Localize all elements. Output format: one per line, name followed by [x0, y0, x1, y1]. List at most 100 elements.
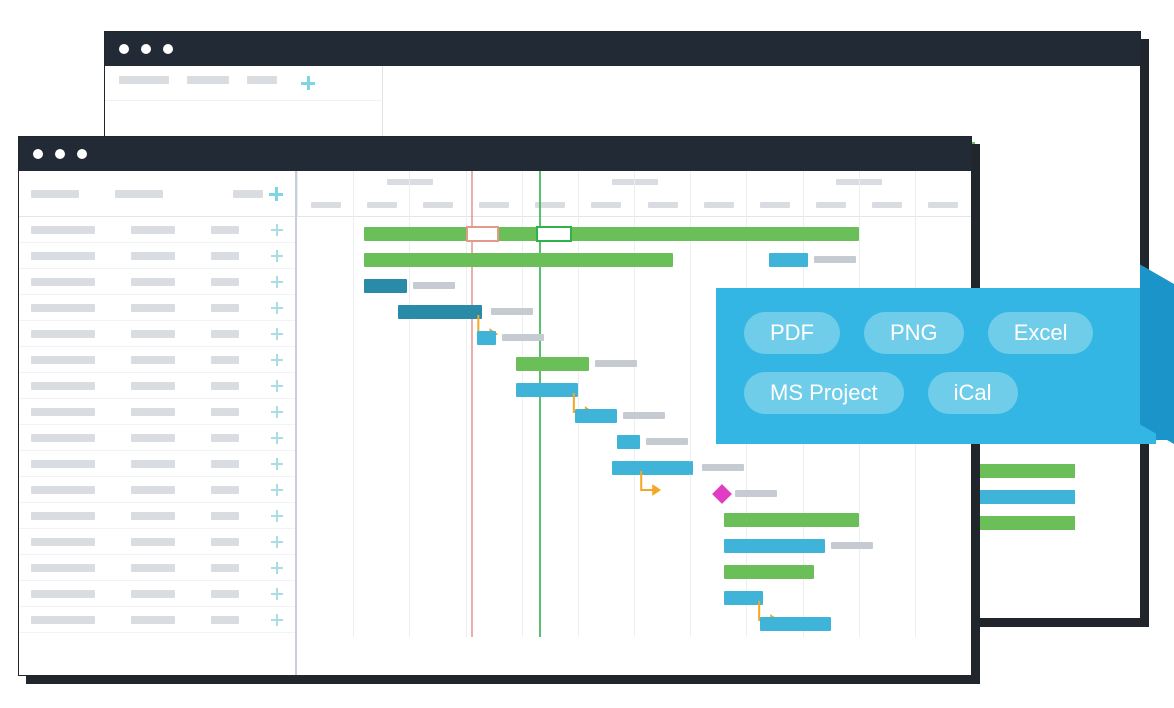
gantt-row	[297, 559, 971, 585]
bar-label	[831, 542, 873, 549]
add-task-icon[interactable]	[271, 302, 283, 314]
timeline-col	[409, 194, 465, 217]
export-popover: PDF PNG Excel MS Project iCal	[716, 288, 1156, 444]
add-task-icon[interactable]	[271, 276, 283, 288]
timeline-col	[353, 194, 409, 217]
bar-label	[502, 334, 544, 341]
add-task-icon[interactable]	[271, 432, 283, 444]
bar-label	[702, 464, 744, 471]
window-dot	[119, 44, 129, 54]
add-task-icon[interactable]	[271, 536, 283, 548]
add-task-icon[interactable]	[271, 406, 283, 418]
window-dot	[55, 149, 65, 159]
task-row[interactable]	[19, 477, 295, 503]
timeline-col	[803, 194, 859, 217]
gantt-row	[297, 611, 971, 637]
gantt-bar[interactable]	[516, 357, 589, 371]
export-option-ical[interactable]: iCal	[928, 372, 1018, 414]
add-column-icon[interactable]	[301, 76, 315, 90]
timeline-col	[578, 194, 634, 217]
timeline-col	[634, 194, 690, 217]
titlebar-back	[105, 32, 1140, 66]
gantt-bar[interactable]	[364, 227, 858, 241]
milestone-icon[interactable]	[713, 484, 733, 504]
selection-highlight	[466, 226, 500, 242]
titlebar-front	[19, 137, 971, 171]
task-row[interactable]	[19, 373, 295, 399]
gantt-bar[interactable]	[477, 331, 497, 345]
add-task-icon[interactable]	[271, 562, 283, 574]
add-task-icon[interactable]	[271, 380, 283, 392]
task-table	[19, 171, 297, 675]
bar-label	[646, 438, 688, 445]
gantt-bar[interactable]	[724, 539, 825, 553]
gantt-bar[interactable]	[398, 305, 482, 319]
bar-label	[413, 282, 455, 289]
window-dot	[163, 44, 173, 54]
bar-label	[735, 490, 777, 497]
task-row[interactable]	[19, 581, 295, 607]
gantt-row	[297, 247, 971, 273]
add-task-icon[interactable]	[271, 250, 283, 262]
task-table-header	[19, 171, 295, 217]
gantt-row	[297, 507, 971, 533]
gantt-bar[interactable]	[760, 617, 830, 631]
timeline-col	[690, 194, 746, 217]
task-row[interactable]	[19, 425, 295, 451]
timeline-col	[466, 194, 522, 217]
window-dot	[141, 44, 151, 54]
bar-label	[595, 360, 637, 367]
bar-label	[814, 256, 856, 263]
export-option-excel[interactable]: Excel	[988, 312, 1094, 354]
gantt-bar[interactable]	[769, 253, 808, 267]
bar-label	[491, 308, 533, 315]
task-row[interactable]	[19, 399, 295, 425]
gantt-row	[297, 585, 971, 611]
add-task-icon[interactable]	[271, 588, 283, 600]
gantt-row	[297, 533, 971, 559]
gantt-bar[interactable]	[612, 461, 691, 475]
gantt-bar[interactable]	[690, 461, 693, 475]
gantt-bar[interactable]	[364, 253, 673, 267]
task-row[interactable]	[19, 269, 295, 295]
add-task-icon[interactable]	[271, 328, 283, 340]
add-task-icon[interactable]	[271, 510, 283, 522]
gantt-bar[interactable]	[724, 591, 763, 605]
window-dot	[33, 149, 43, 159]
gantt-bar[interactable]	[575, 409, 617, 423]
gantt-row	[297, 221, 971, 247]
task-row[interactable]	[19, 217, 295, 243]
add-task-icon[interactable]	[271, 224, 283, 236]
gantt-row	[297, 455, 971, 481]
timeline-col	[859, 194, 915, 217]
task-row[interactable]	[19, 503, 295, 529]
timeline-col	[522, 194, 578, 217]
gantt-bar[interactable]	[724, 513, 859, 527]
gantt-bar[interactable]	[516, 383, 578, 397]
export-option-ms-project[interactable]: MS Project	[744, 372, 904, 414]
window-dot	[77, 149, 87, 159]
export-option-pdf[interactable]: PDF	[744, 312, 840, 354]
add-task-icon[interactable]	[271, 354, 283, 366]
gantt-bar[interactable]	[364, 279, 406, 293]
task-row[interactable]	[19, 607, 295, 633]
selection-highlight	[536, 226, 573, 242]
gantt-bar[interactable]	[724, 565, 814, 579]
add-task-icon[interactable]	[271, 484, 283, 496]
timeline-col	[746, 194, 802, 217]
gantt-row	[297, 481, 971, 507]
task-row[interactable]	[19, 451, 295, 477]
gantt-bar[interactable]	[617, 435, 639, 449]
task-row[interactable]	[19, 295, 295, 321]
task-row[interactable]	[19, 321, 295, 347]
task-row[interactable]	[19, 243, 295, 269]
export-option-png[interactable]: PNG	[864, 312, 964, 354]
add-task-icon[interactable]	[271, 458, 283, 470]
task-row[interactable]	[19, 347, 295, 373]
timeline-col	[297, 194, 353, 217]
add-column-icon[interactable]	[269, 187, 283, 201]
bar-label	[623, 412, 665, 419]
task-row[interactable]	[19, 555, 295, 581]
task-row[interactable]	[19, 529, 295, 555]
add-task-icon[interactable]	[271, 614, 283, 626]
